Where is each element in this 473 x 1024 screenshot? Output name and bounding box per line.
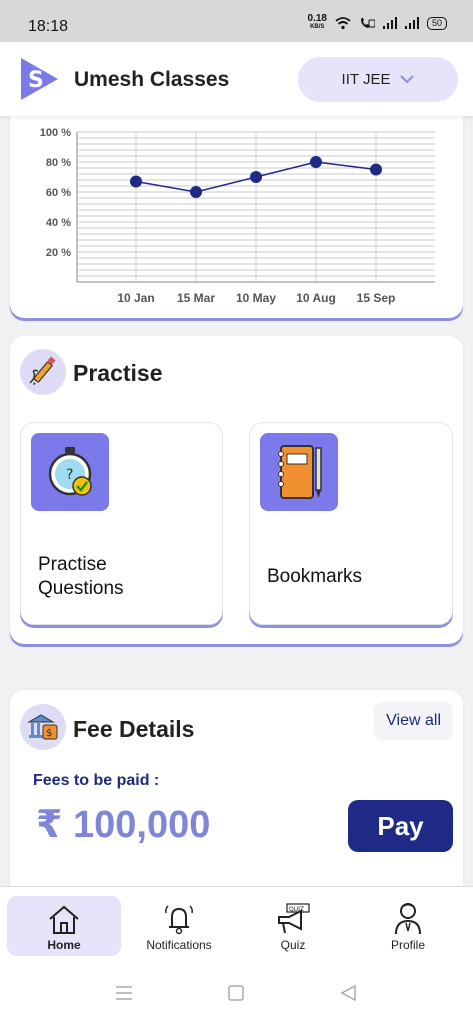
fees-due-label: Fees to be paid :: [33, 772, 160, 789]
x-tick-label: 15 Sep: [357, 291, 396, 305]
pencil-icon: [20, 349, 66, 395]
y-tick-label: 40 %: [46, 217, 71, 229]
progress-chart-card: 20 % 40 % 60 % 80 % 100 % 10 Jan 15 Mar 10 May 1…: [10, 104, 463, 318]
svg-text:$: $: [46, 728, 52, 739]
battery-icon: 50: [426, 16, 447, 30]
system-nav-bar: [0, 961, 473, 1024]
back-icon[interactable]: [340, 985, 356, 1001]
wifi-icon: [335, 16, 351, 29]
user-icon: [395, 903, 421, 935]
notebook-icon: [260, 433, 338, 511]
home-icon: [49, 905, 79, 934]
practise-section: Practise ? Practise Questions Bookmarks: [10, 336, 463, 644]
net-speed: 0.18 KB/S: [307, 13, 327, 31]
signal-icon: [382, 17, 397, 29]
megaphone-icon: QUIZ: [278, 903, 310, 934]
home-button-icon[interactable]: [228, 985, 244, 1001]
nav-profile[interactable]: Profile: [351, 896, 465, 956]
data-point: [250, 171, 262, 183]
nav-home[interactable]: Home: [7, 896, 121, 956]
bank-icon: $: [20, 704, 66, 750]
progress-line-chart: 20 % 40 % 60 % 80 % 100 % 10 Jan 15 Mar 10 May 1…: [40, 127, 435, 305]
bookmarks-label: Bookmarks: [267, 566, 363, 587]
y-tick-label: 80 %: [46, 157, 71, 169]
x-tick-label: 10 Jan: [117, 291, 154, 305]
status-icons: 0.18 KB/S 50: [308, 14, 447, 32]
app-header: S Umesh Classes IIT JEE: [0, 42, 473, 116]
data-point: [370, 163, 382, 176]
fee-details-title: Fee Details: [73, 716, 195, 742]
practise-questions-tile[interactable]: ? Practise Questions: [20, 422, 223, 625]
practise-questions-label: Practise Questions: [38, 554, 124, 599]
practise-title: Practise: [73, 360, 163, 386]
nav-notifications[interactable]: Notifications: [122, 896, 236, 956]
x-tick-label: 10 Aug: [296, 291, 336, 305]
nav-quiz-label: Quiz: [280, 938, 306, 952]
x-tick-label: 15 Mar: [177, 291, 215, 305]
app-logo: S: [21, 58, 58, 100]
fee-amount: ₹ 100,000: [36, 804, 211, 846]
nav-profile-label: Profile: [390, 938, 425, 952]
svg-text:S: S: [28, 68, 44, 93]
app-title: Umesh Classes: [74, 68, 230, 91]
menu-icon[interactable]: [116, 985, 132, 1001]
chevron-down-icon: [400, 75, 415, 84]
stopwatch-icon: ?: [31, 433, 109, 511]
y-tick-label: 20 %: [46, 247, 71, 259]
svg-text:?: ?: [66, 467, 73, 483]
view-all-link[interactable]: View all: [374, 702, 453, 740]
course-selector[interactable]: IIT JEE: [298, 57, 458, 102]
data-point: [130, 175, 142, 188]
signal-icon: [404, 17, 419, 29]
call-icon: [360, 17, 375, 28]
course-selector-label: IIT JEE: [341, 71, 391, 88]
bottom-navigation: Home Notifications QUIZ Quiz Profile: [0, 886, 473, 961]
y-tick-label: 100 %: [40, 127, 71, 139]
bell-icon: [165, 905, 193, 935]
status-time: 18:18: [28, 18, 69, 35]
data-point: [310, 156, 322, 168]
nav-home-label: Home: [47, 938, 81, 952]
x-tick-label: 10 May: [236, 291, 276, 305]
status-bar: 18:18 0.18 KB/S 50: [0, 0, 473, 42]
fee-details-section: $ Fee Details View all Fees to be paid :…: [10, 690, 463, 900]
data-point: [190, 186, 202, 198]
pay-button[interactable]: Pay: [348, 800, 453, 852]
bookmarks-tile[interactable]: Bookmarks: [249, 422, 453, 625]
y-tick-label: 60 %: [46, 187, 71, 199]
nav-quiz[interactable]: QUIZ Quiz: [236, 896, 350, 956]
nav-notifications-label: Notifications: [146, 938, 212, 952]
